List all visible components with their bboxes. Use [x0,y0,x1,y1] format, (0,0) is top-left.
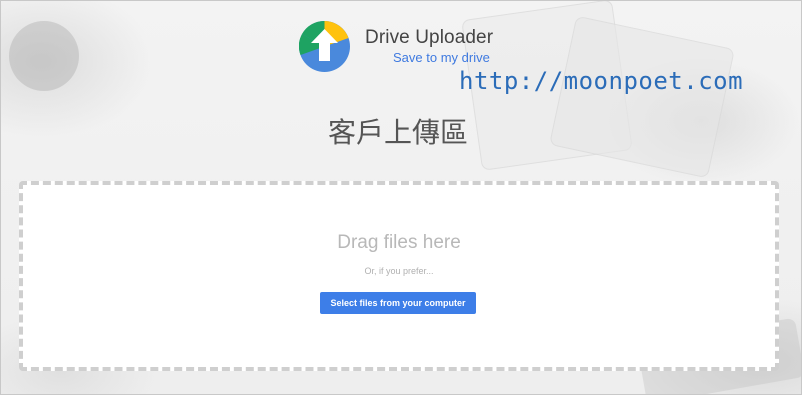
app-subtitle: Save to my drive [393,50,490,65]
select-files-button[interactable]: Select files from your computer [320,292,476,314]
watermark-text: http://moonpoet.com [459,67,744,95]
drive-uploader-logo-icon [299,20,350,72]
file-dropzone[interactable]: Drag files here Or, if you prefer... Sel… [19,181,779,371]
page-title: 客戶上傳區 [327,116,468,149]
app-header: Drive Uploader Save to my drive [299,20,493,72]
dropzone-or-text: Or, if you prefer... [364,266,434,276]
app-title: Drive Uploader [365,27,494,48]
background-plant-decoration [9,21,79,91]
dropzone-title: Drag files here [337,232,461,253]
page-background: Drive Uploader Save to my drive http://m… [0,0,802,395]
brand: Drive Uploader Save to my drive [365,28,493,64]
